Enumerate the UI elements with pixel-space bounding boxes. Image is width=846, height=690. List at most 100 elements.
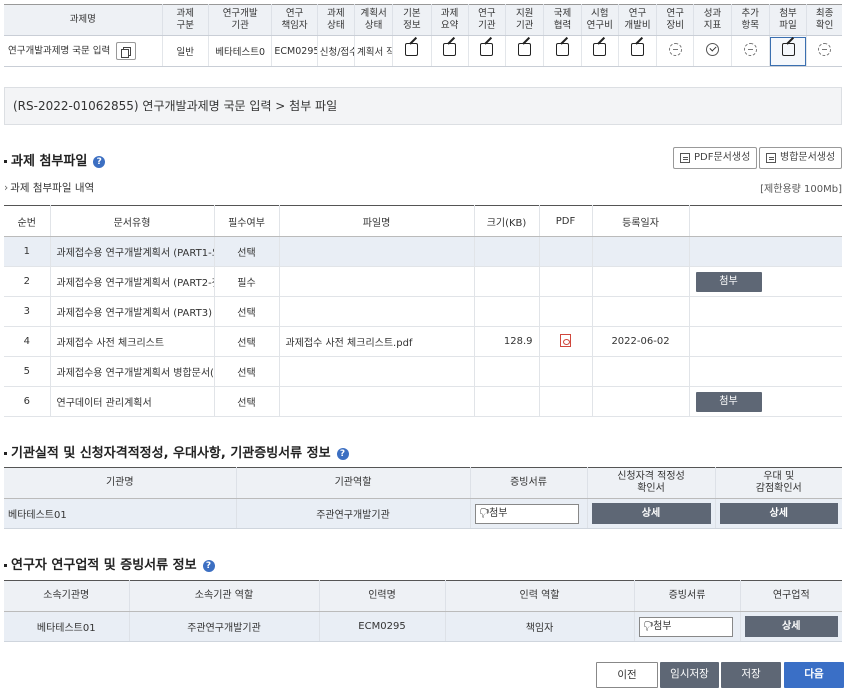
row-number: 2: [4, 266, 51, 297]
top-header-5: 계획서 상태: [354, 4, 394, 36]
step-test-cost[interactable]: [581, 35, 619, 67]
eligibility-detail-button[interactable]: 상세: [591, 503, 711, 524]
res-header-1: 소속기관 역할: [129, 580, 320, 612]
action-cell: [689, 296, 842, 327]
merge-generate-button[interactable]: 병합문서생성: [759, 147, 843, 169]
document-icon: [766, 153, 776, 163]
step-extra[interactable]: [731, 35, 770, 67]
org-header-3: 신청자격 적정성 확인서: [587, 467, 716, 499]
top-header-14: 성과 지표: [693, 4, 732, 36]
step-summary[interactable]: [431, 35, 469, 67]
org-doc-cell: 🖓첨부: [470, 498, 588, 529]
table-row[interactable]: 1 과제접수용 연구개발계획서 (PART1-요 선택: [4, 236, 842, 267]
pdf-generate-button[interactable]: PDF문서생성: [673, 147, 758, 169]
edit-icon[interactable]: [593, 43, 607, 56]
step-final[interactable]: [806, 35, 842, 67]
save-button[interactable]: 저장: [721, 662, 781, 688]
table-row[interactable]: 5 과제접수용 연구개발계획서 병합문서(F 선택: [4, 356, 842, 387]
row-number: 1: [4, 236, 51, 267]
pdf-icon[interactable]: [560, 333, 571, 347]
help-icon[interactable]: ?: [336, 447, 349, 460]
size-limit: [제한용량 100Mb]: [760, 184, 842, 195]
step-support-org[interactable]: [505, 35, 545, 67]
files-header-7: [689, 205, 842, 237]
required-flag: 선택: [214, 296, 280, 327]
subsection-label: 과제 첨부파일 내역: [10, 182, 95, 194]
edit-icon[interactable]: [405, 43, 419, 56]
top-header-8: 연구 기관: [468, 4, 507, 36]
reg-date: [592, 296, 690, 327]
step-basic-info[interactable]: [392, 35, 432, 67]
row-number: 4: [4, 326, 51, 357]
row-number: 5: [4, 356, 51, 387]
top-header-7: 과제 요약: [431, 4, 469, 36]
table-row[interactable]: 6 연구데이터 관리계획서 선택 첨부: [4, 386, 842, 417]
pdf-cell: [539, 356, 593, 387]
dashed-circle-icon[interactable]: [743, 43, 757, 56]
doc-attach-label: 첨부: [653, 620, 672, 632]
section-title-text: 연구자 연구업적 및 증빙서류 정보: [11, 558, 197, 573]
top-header-10: 국제 협력: [543, 4, 582, 36]
research-detail-button[interactable]: 상세: [744, 616, 838, 637]
dashed-circle-icon[interactable]: [668, 43, 682, 56]
top-header-17: 최종 확인: [806, 4, 842, 36]
top-header-11: 시험 연구비: [581, 4, 619, 36]
row-number: 6: [4, 386, 51, 417]
eligibility-cell: 상세: [587, 498, 716, 529]
org-name: 베타테스트01: [4, 498, 237, 529]
step-intl[interactable]: [543, 35, 582, 67]
attach-button[interactable]: 첨부: [695, 271, 762, 292]
action-cell: [689, 326, 842, 357]
pdf-cell: [539, 266, 593, 297]
help-icon[interactable]: ?: [202, 559, 215, 572]
required-flag: 선택: [214, 236, 280, 267]
files-header-1: 문서유형: [50, 205, 215, 237]
step-equipment[interactable]: [656, 35, 695, 67]
pdf-cell: [539, 236, 593, 267]
table-row[interactable]: 3 과제접수용 연구개발계획서 (PART3) 선택: [4, 296, 842, 327]
next-button[interactable]: 다음: [784, 662, 844, 688]
step-dev-cost[interactable]: [618, 35, 658, 67]
required-flag: 선택: [214, 356, 280, 387]
task-org: 베타테스트0: [208, 35, 273, 67]
dashed-circle-icon[interactable]: [818, 43, 832, 56]
edit-icon[interactable]: [480, 43, 494, 56]
edit-icon[interactable]: [781, 43, 795, 56]
step-research-org[interactable]: [468, 35, 507, 67]
file-name: [279, 236, 475, 267]
top-header-16: 첨부 파일: [769, 4, 808, 36]
step-attachments[interactable]: [769, 35, 808, 67]
help-icon[interactable]: ?: [93, 155, 106, 168]
top-header-4: 과제 상태: [317, 4, 355, 36]
top-header-9: 지원 기관: [505, 4, 545, 36]
top-header-15: 추가 항목: [731, 4, 770, 36]
edit-icon[interactable]: [518, 43, 532, 56]
check-circle-icon[interactable]: [706, 43, 719, 56]
files-header-0: 순번: [4, 205, 51, 237]
attach-field-icon: 🖓: [479, 507, 490, 519]
attach-button[interactable]: 첨부: [695, 391, 762, 412]
section-title-text: 기관실적 및 신청자격적정성, 우대사항, 기관증빙서류 정보: [11, 446, 331, 461]
files-header-5: PDF: [539, 205, 593, 237]
doc-attach-field[interactable]: 🖓첨부: [638, 616, 733, 637]
top-header-1: 과제 구분: [162, 4, 209, 36]
table-row[interactable]: 2 과제접수용 연구개발계획서 (PART2-첫 필수 첨부: [4, 266, 842, 297]
task-row: 연구개발과제명 국문 입력 일반 베타테스트0 ECM0295 신청/접수 계획…: [4, 35, 842, 67]
temp-save-button[interactable]: 임시저장: [660, 662, 719, 688]
table-row: 베타테스트01 주관연구개발기관 🖓첨부 상세 상세: [4, 498, 842, 529]
edit-icon[interactable]: [555, 43, 569, 56]
file-size: 128.9: [474, 326, 540, 357]
prev-button[interactable]: 이전: [596, 662, 658, 688]
preference-detail-button[interactable]: 상세: [719, 503, 838, 524]
edit-icon[interactable]: [630, 43, 644, 56]
researcher-table: 소속기관명 소속기관 역할 인력명 인력 역할 증빙서류 연구업적 베타테스트01 주관연…: [4, 580, 842, 642]
file-size: [474, 386, 540, 417]
table-row[interactable]: 4 과제접수 사전 체크리스트 선택 과제접수 사전 체크리스트.pdf 128.9 20…: [4, 326, 842, 357]
reg-date: [592, 356, 690, 387]
copy-icon[interactable]: [116, 42, 137, 60]
task-status-table: 과제명 과제 구분 연구개발 기관 연구 책임자 과제 상태 계획서 상태 기본 정보 과제 …: [4, 4, 842, 67]
doc-type: 과제접수용 연구개발계획서 (PART2-첫: [50, 266, 215, 297]
step-indicators[interactable]: [693, 35, 732, 67]
edit-icon[interactable]: [443, 43, 457, 56]
doc-attach-field[interactable]: 🖓첨부: [474, 503, 579, 524]
